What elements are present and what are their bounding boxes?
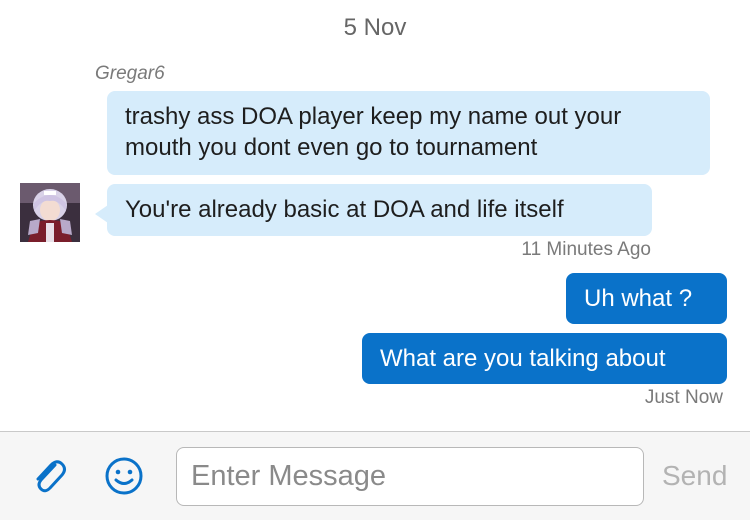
sender-name: Gregar6 <box>95 63 165 84</box>
avatar[interactable] <box>20 183 80 242</box>
incoming-message-bubble[interactable]: You're already basic at DOA and life its… <box>107 184 652 236</box>
incoming-timestamp: 11 Minutes Ago <box>521 239 651 260</box>
outgoing-timestamp: Just Now <box>644 387 723 408</box>
chat-thread: 5 Nov Gregar6 trashy ass DOA player keep… <box>0 0 750 432</box>
outgoing-message-bubble[interactable]: What are you talking about <box>362 333 727 384</box>
paperclip-icon <box>36 460 66 493</box>
incoming-message-bubble[interactable]: trashy ass DOA player keep my name out y… <box>107 91 710 175</box>
send-button[interactable]: Send <box>662 460 727 492</box>
date-header: 5 Nov <box>343 14 407 41</box>
message-composer: Send <box>0 431 750 520</box>
avatar-image <box>20 183 80 242</box>
message-input[interactable] <box>176 447 644 506</box>
emoji-button[interactable] <box>104 456 144 496</box>
outgoing-message-bubble[interactable]: Uh what ? <box>566 273 727 324</box>
attach-button[interactable] <box>29 456 69 496</box>
smiley-icon <box>105 457 143 495</box>
